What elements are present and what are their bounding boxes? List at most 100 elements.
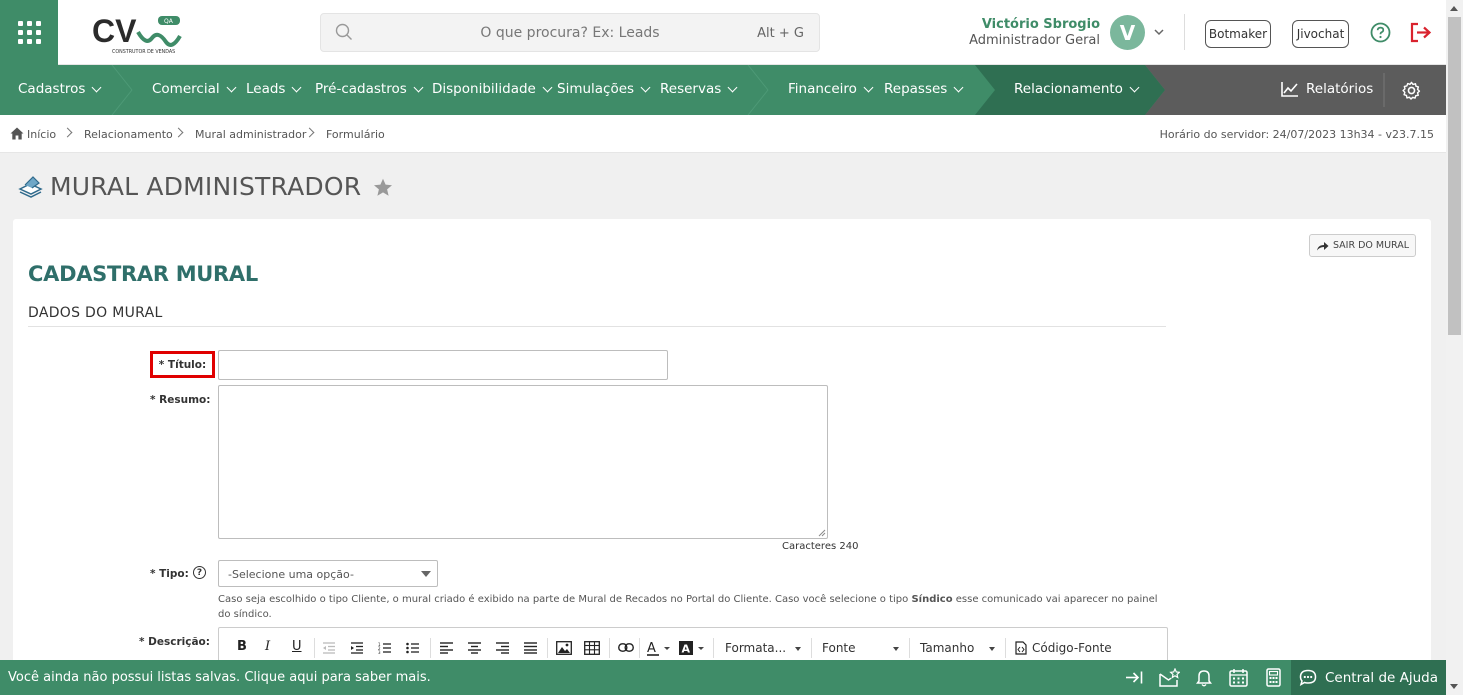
user-info[interactable]: Victório Sbrogio Administrador Geral	[969, 17, 1100, 48]
nav-relacionamento[interactable]: Relacionamento	[1014, 81, 1140, 97]
titulo-label: * Título:	[158, 358, 207, 371]
background-color-icon[interactable]: A	[679, 640, 705, 656]
section-title: CADASTRAR MURAL	[28, 262, 258, 286]
svg-text:A: A	[647, 641, 656, 656]
breadcrumb: Início Relacionamento Mural administrado…	[0, 115, 1446, 153]
page-title: MURAL ADMINISTRADOR	[50, 172, 362, 201]
numbered-list-icon[interactable]: 123	[378, 642, 392, 654]
breadcrumb-chevron-icon	[173, 127, 184, 138]
chat-bubble-icon	[1299, 669, 1317, 686]
grid-icon	[17, 21, 41, 44]
link-icon[interactable]	[618, 643, 634, 652]
search-placeholder: O que procura? Ex: Leads	[480, 25, 660, 41]
char-counter: Caracteres 240	[782, 541, 859, 552]
image-icon[interactable]	[556, 641, 572, 655]
nav-pre-cadastros[interactable]: Pré-cadastros	[315, 81, 424, 97]
global-search-input[interactable]: O que procura? Ex: Leads Alt + G	[320, 13, 820, 52]
scroll-thumb[interactable]	[1448, 17, 1461, 335]
nav-relatorios[interactable]: Relatórios	[1281, 81, 1373, 97]
share-arrow-icon	[1316, 241, 1329, 250]
cv-logo[interactable]: CV QA CONSTRUTOR DE VENDAS	[88, 12, 188, 56]
nav-disponibilidade[interactable]: Disponibilidade	[432, 81, 553, 97]
breadcrumb-chevron-icon	[62, 127, 73, 138]
nav-leads[interactable]: Leads	[246, 81, 302, 97]
botmaker-button[interactable]: Botmaker	[1205, 20, 1271, 48]
tipo-help-icon[interactable]: ?	[193, 566, 206, 579]
svg-text:CONSTRUTOR DE VENDAS: CONSTRUTOR DE VENDAS	[112, 49, 175, 55]
exit-mural-button[interactable]: SAIR DO MURAL	[1309, 234, 1416, 257]
nav-cadastros[interactable]: Cadastros	[18, 81, 102, 97]
align-right-icon[interactable]	[496, 642, 509, 654]
user-role: Administrador Geral	[969, 33, 1100, 48]
nav-reservas[interactable]: Reservas	[660, 81, 738, 97]
jivochat-button[interactable]: Jivochat	[1292, 20, 1349, 48]
tipo-hint: Caso seja escolhido o tipo Cliente, o mu…	[218, 594, 1158, 620]
tipo-select[interactable]: -Selecione uma opção-	[218, 560, 438, 587]
help-icon[interactable]	[1370, 22, 1391, 43]
tipo-label: * Tipo:	[150, 568, 189, 580]
page-scrollbar[interactable]	[1446, 0, 1463, 695]
svg-text:QA: QA	[164, 18, 174, 25]
search-shortcut: Alt + G	[757, 26, 804, 41]
server-time: Horário do servidor: 24/07/2023 13h34 - …	[1159, 128, 1434, 141]
underline-button[interactable]: U	[292, 639, 302, 654]
collapse-arrow-icon[interactable]	[1125, 670, 1143, 685]
bold-button[interactable]: B	[237, 639, 247, 654]
top-header: CV QA CONSTRUTOR DE VENDAS O que procura…	[0, 0, 1446, 65]
main-navigation: Cadastros Comercial Leads Pré-cadastros …	[0, 65, 1446, 115]
settings-gear-icon[interactable]	[1402, 81, 1421, 100]
table-icon[interactable]	[584, 641, 600, 655]
nav-comercial[interactable]: Comercial	[152, 81, 237, 97]
nav-financeiro[interactable]: Financeiro	[788, 81, 874, 97]
user-name: Victório Sbrogio	[981, 17, 1100, 32]
calendar-icon[interactable]	[1229, 668, 1248, 687]
align-justify-icon[interactable]	[524, 642, 537, 654]
scroll-up-arrow-icon	[1450, 6, 1458, 11]
avatar[interactable]: V	[1110, 15, 1145, 50]
calculator-icon[interactable]	[1266, 668, 1281, 687]
bottom-bar: Você ainda não possui listas salvas. Cli…	[0, 660, 1446, 695]
align-center-icon[interactable]	[468, 642, 481, 654]
resumo-textarea[interactable]	[218, 385, 828, 539]
titulo-input[interactable]	[218, 350, 668, 380]
font-dropdown[interactable]: Fonte	[822, 641, 856, 655]
size-dropdown[interactable]: Tamanho	[920, 641, 974, 655]
breadcrumb-relacionamento[interactable]: Relacionamento	[84, 128, 173, 141]
subsection-divider	[28, 326, 1166, 327]
format-dropdown[interactable]: Formata...	[725, 641, 786, 655]
source-code-button[interactable]: Código-Fonte	[1032, 641, 1112, 655]
nav-repasses[interactable]: Repasses	[884, 81, 964, 97]
breadcrumb-mural-administrador[interactable]: Mural administrador	[195, 128, 306, 141]
resumo-label: * Resumo:	[150, 394, 211, 406]
source-code-icon[interactable]	[1015, 641, 1027, 655]
dropdown-caret-icon	[421, 571, 431, 577]
notification-bell-icon[interactable]	[1196, 668, 1212, 687]
resize-handle-icon[interactable]	[818, 529, 826, 537]
scroll-down-arrow-icon	[1450, 684, 1458, 689]
home-icon[interactable]	[10, 127, 24, 140]
descricao-label: * Descrição:	[139, 636, 210, 648]
subsection-title: DADOS DO MURAL	[28, 305, 163, 321]
bullet-list-icon[interactable]	[406, 642, 420, 654]
breadcrumb-inicio[interactable]: Início	[27, 128, 56, 141]
favorite-star-icon[interactable]	[373, 178, 393, 197]
logo-text: CV	[92, 13, 137, 49]
help-center-button[interactable]: Central de Ajuda	[1291, 660, 1446, 695]
indent-icon[interactable]	[350, 642, 364, 654]
nav-simulacoes[interactable]: Simulações	[557, 81, 651, 97]
align-left-icon[interactable]	[440, 642, 453, 654]
italic-button[interactable]: I	[265, 639, 270, 654]
titulo-label-highlight: * Título:	[150, 351, 215, 378]
chevron-down-icon[interactable]	[1153, 26, 1165, 38]
svg-text:3: 3	[378, 650, 381, 654]
chart-line-icon	[1281, 82, 1298, 97]
mural-stack-icon	[18, 176, 43, 198]
mail-star-icon[interactable]	[1158, 668, 1180, 688]
outdent-icon[interactable]	[322, 642, 336, 654]
header-divider	[1184, 14, 1185, 50]
saved-lists-message[interactable]: Você ainda não possui listas salvas. Cli…	[8, 670, 431, 685]
logout-icon[interactable]	[1409, 22, 1433, 43]
apps-menu-button[interactable]	[0, 0, 58, 65]
text-color-icon[interactable]: A	[647, 640, 671, 656]
breadcrumb-formulario: Formulário	[326, 128, 385, 141]
